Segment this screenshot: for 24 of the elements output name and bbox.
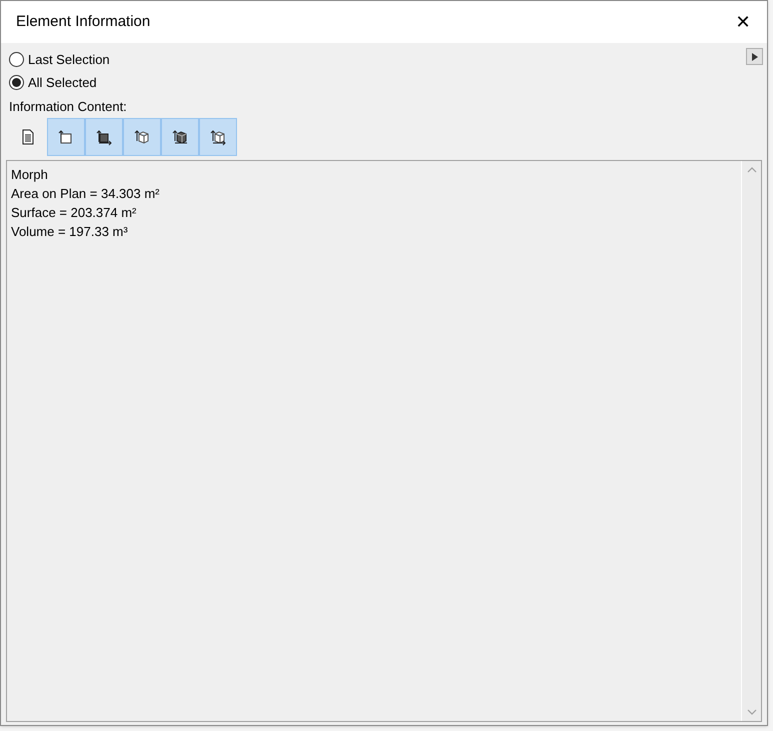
info-line: Morph <box>11 166 49 184</box>
toolbar-button[interactable] <box>161 118 199 156</box>
info-line: Surface = 203.374 m² <box>11 204 138 222</box>
document-icon <box>20 128 36 146</box>
plan-icon <box>96 128 112 146</box>
plan-icon <box>58 128 74 146</box>
expand-button[interactable] <box>746 48 763 65</box>
close-button[interactable]: ✕ <box>733 12 753 32</box>
toolbar-button[interactable] <box>47 118 85 156</box>
radio-button[interactable] <box>9 52 24 67</box>
radio-label[interactable]: Last Selection <box>28 50 110 70</box>
section-label: Information Content: <box>9 99 128 115</box>
cube-icon <box>172 128 188 146</box>
toolbar-button[interactable] <box>199 118 237 156</box>
radio-button[interactable] <box>9 75 24 90</box>
window-title: Element Information <box>16 12 150 32</box>
cube-icon <box>210 128 226 146</box>
toolbar-button[interactable] <box>123 118 161 156</box>
radio-label[interactable]: All Selected <box>28 72 97 92</box>
cube-icon <box>134 128 150 146</box>
info-line: Volume = 197.33 m³ <box>11 223 129 241</box>
toolbar-button[interactable] <box>85 118 123 156</box>
info-line: Area on Plan = 34.303 m² <box>11 185 161 203</box>
play-icon <box>752 52 758 60</box>
